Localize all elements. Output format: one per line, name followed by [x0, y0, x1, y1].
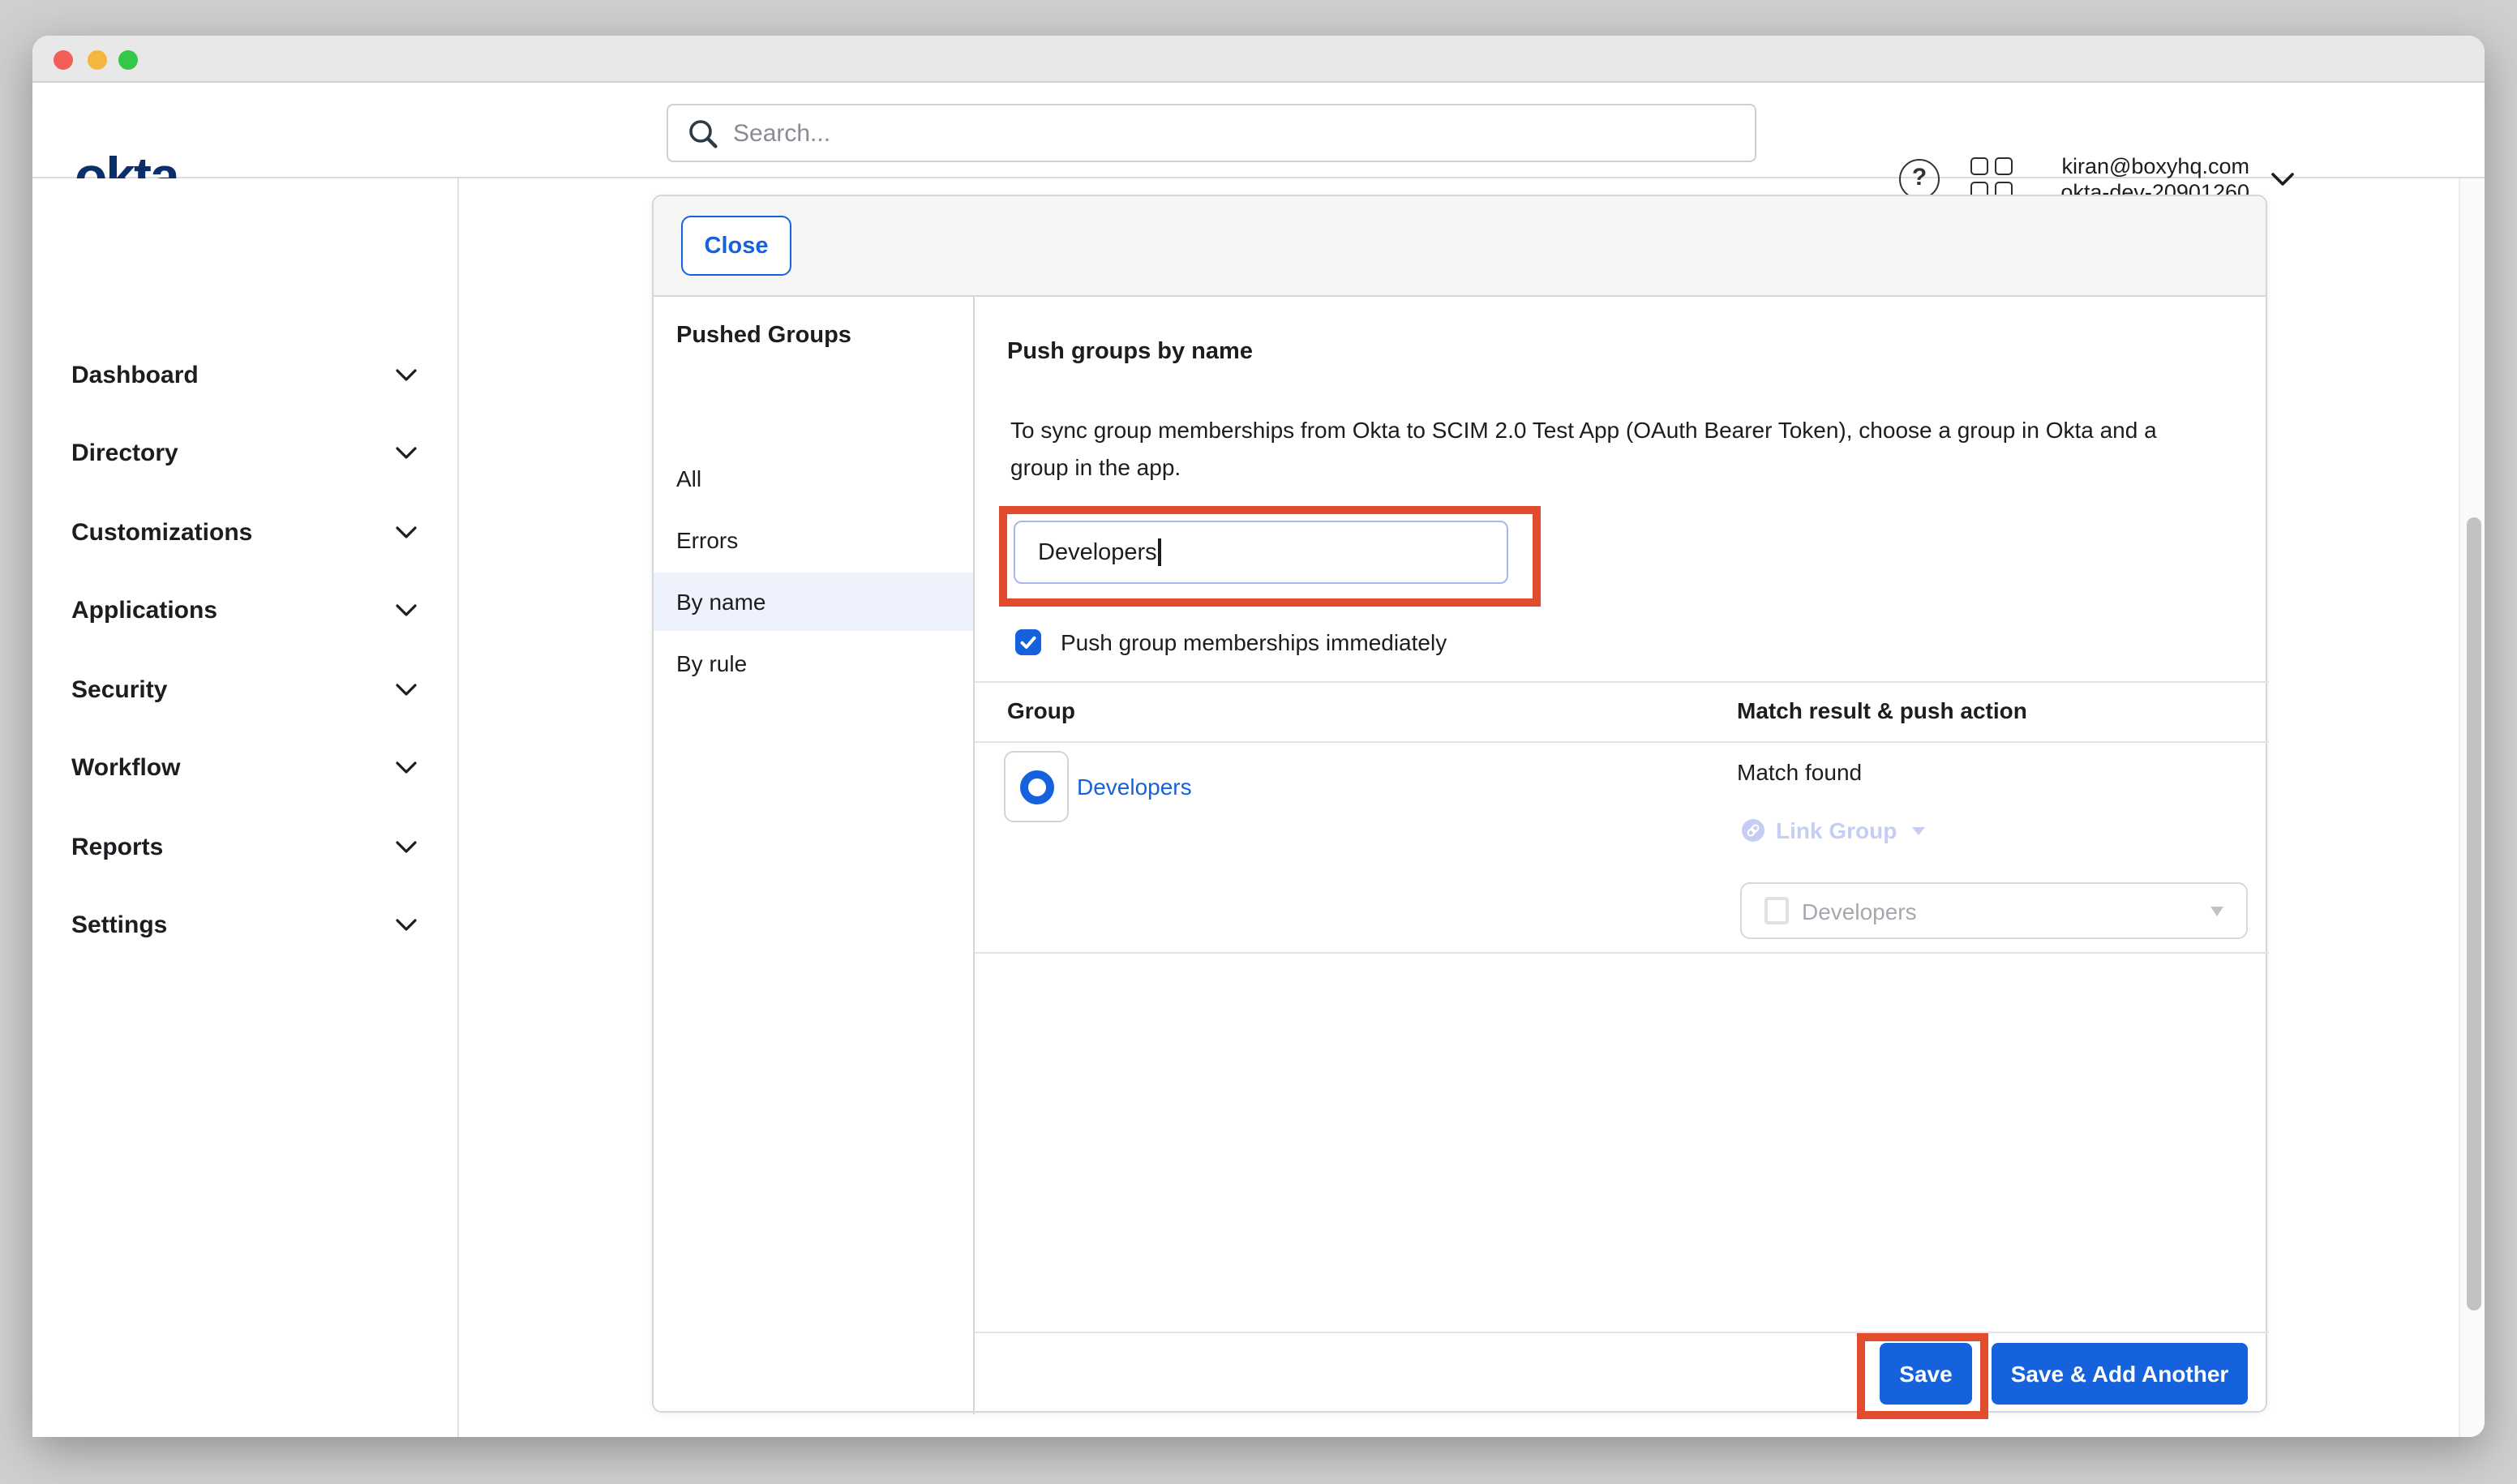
sidebar-item-label: Directory: [71, 440, 178, 467]
group-icon-card: [1004, 751, 1069, 822]
app-header: okta Search... ? kiran@boxyhq.com okta-d…: [32, 83, 2485, 178]
sidebar-item-label: Security: [71, 676, 167, 703]
sidebar-item-customizations[interactable]: Customizations: [32, 504, 459, 560]
sidebar-item-reports[interactable]: Reports: [32, 819, 459, 874]
sidebar: Dashboard Directory Customizations Appli…: [32, 178, 459, 1437]
window-close-button[interactable]: [54, 49, 73, 69]
chevron-down-icon: [396, 367, 417, 382]
sidebar-item-security[interactable]: Security: [32, 662, 459, 717]
group-link[interactable]: Developers: [1077, 774, 1192, 800]
subnav-item-all[interactable]: All: [654, 449, 973, 508]
description-line: To sync group memberships from Okta to S…: [1010, 412, 2157, 450]
sidebar-item-directory[interactable]: Directory: [32, 426, 459, 481]
subnav-item-by-rule[interactable]: By rule: [654, 634, 973, 693]
chevron-down-icon: [396, 839, 417, 854]
search-icon: [688, 118, 718, 148]
chevron-down-icon: [396, 446, 417, 461]
sidebar-item-dashboard[interactable]: Dashboard: [32, 347, 459, 402]
caret-down-icon: [1911, 826, 1924, 834]
description-line: group in the app.: [1010, 450, 2157, 488]
sidebar-item-label: Customizations: [71, 518, 252, 546]
help-icon[interactable]: ?: [1899, 159, 1940, 199]
subnav-item-errors[interactable]: Errors: [654, 511, 973, 569]
close-button[interactable]: Close: [681, 216, 791, 276]
footer-border: [975, 1332, 2269, 1333]
account-email: kiran@boxyhq.com: [2060, 154, 2249, 180]
save-add-another-button[interactable]: Save & Add Another: [1992, 1343, 2248, 1405]
table-header-border: [975, 741, 2269, 743]
subnav-item-by-name[interactable]: By name: [654, 573, 973, 631]
push-immediately-checkbox[interactable]: [1015, 629, 1041, 655]
group-name-input-value: Developers: [1038, 539, 1157, 565]
sidebar-item-label: Workflow: [71, 754, 180, 782]
apps-grid-icon[interactable]: [1970, 157, 2013, 199]
column-header-match: Match result & push action: [1737, 697, 2027, 723]
grid-square: [1995, 157, 2013, 175]
window-minimize-button[interactable]: [88, 49, 107, 69]
window-zoom-button[interactable]: [118, 49, 138, 69]
chevron-down-icon: [396, 682, 417, 697]
dialog-toolbar: Close: [654, 196, 2266, 297]
sidebar-item-settings[interactable]: Settings: [32, 898, 459, 953]
chevron-down-icon: [2270, 172, 2295, 188]
match-status: Match found: [1737, 759, 1862, 785]
push-immediately-row: Push group memberships immediately: [1015, 629, 1447, 655]
push-groups-dialog: Close Pushed Groups All Errors By name B…: [652, 195, 2267, 1413]
push-by-name-panel: Push groups by name To sync group member…: [975, 297, 2269, 1414]
chevron-down-icon: [396, 525, 417, 539]
pushed-groups-subnav: Pushed Groups All Errors By name By rule: [654, 297, 975, 1414]
caret-down-icon: [2210, 906, 2223, 916]
panel-title: Push groups by name: [1007, 339, 1253, 365]
sidebar-item-workflow[interactable]: Workflow: [32, 740, 459, 796]
browser-window: okta Search... ? kiran@boxyhq.com okta-d…: [32, 36, 2485, 1437]
desktop: okta Search... ? kiran@boxyhq.com okta-d…: [0, 0, 2517, 1484]
chevron-down-icon: [396, 918, 417, 933]
grid-square: [1970, 157, 1988, 175]
sidebar-item-applications[interactable]: Applications: [32, 583, 459, 638]
search-placeholder: Search...: [733, 119, 830, 147]
chevron-down-icon: [396, 761, 417, 775]
checkmark-icon: [1018, 633, 1038, 652]
link-group-label: Link Group: [1776, 817, 1897, 843]
link-icon: [1742, 819, 1764, 842]
group-icon: [1019, 770, 1053, 804]
group-name-input[interactable]: Developers: [1014, 521, 1508, 584]
sidebar-item-label: Reports: [71, 833, 163, 860]
column-header-group: Group: [1007, 697, 1075, 723]
chevron-down-icon: [396, 603, 417, 618]
link-group-button[interactable]: Link Group: [1742, 817, 1924, 843]
push-immediately-label: Push group memberships immediately: [1061, 629, 1447, 655]
sidebar-item-label: Dashboard: [71, 361, 199, 388]
search-box[interactable]: Search...: [667, 104, 1756, 162]
scrollbar[interactable]: [2459, 178, 2485, 1437]
scrollbar-thumb[interactable]: [2466, 517, 2481, 1310]
sidebar-item-label: Applications: [71, 597, 217, 624]
target-group-select[interactable]: Developers: [1740, 882, 2248, 939]
window-titlebar: [32, 36, 2485, 83]
table-top-border: [975, 681, 2269, 683]
table-row-border: [975, 952, 2269, 954]
subnav-title: Pushed Groups: [676, 323, 851, 349]
text-cursor: [1159, 538, 1161, 566]
target-group-value: Developers: [1802, 898, 2210, 924]
sidebar-item-label: Settings: [71, 911, 167, 939]
save-button[interactable]: Save: [1880, 1343, 1972, 1405]
panel-description: To sync group memberships from Okta to S…: [1010, 412, 2157, 487]
group-placeholder-icon: [1764, 897, 1789, 924]
